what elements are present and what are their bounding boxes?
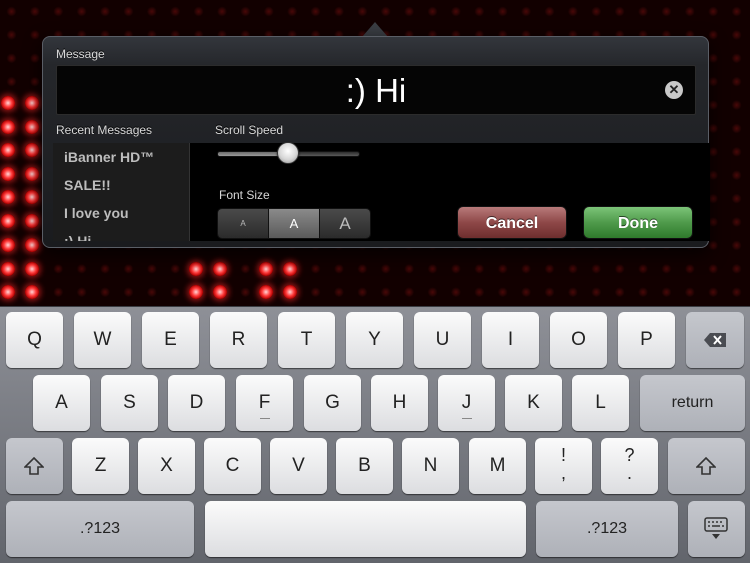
popover-arrow	[362, 22, 388, 37]
led-dot	[1, 143, 15, 157]
key-question-period[interactable]: ? .	[601, 438, 658, 494]
led-dot	[25, 167, 39, 181]
font-size-small[interactable]: A	[218, 209, 269, 238]
message-label: Message	[56, 47, 105, 61]
key-l[interactable]: L	[572, 375, 629, 431]
numbers-key-left[interactable]: .?123	[6, 501, 194, 557]
font-size-large-label: A	[339, 213, 351, 233]
led-dot	[283, 262, 297, 276]
message-input[interactable]: :) Hi	[56, 65, 696, 115]
led-dot	[213, 285, 227, 299]
key-d[interactable]: D	[168, 375, 225, 431]
keyboard-hide-icon	[704, 517, 728, 539]
key-i[interactable]: I	[482, 312, 539, 368]
space-bar[interactable]	[205, 501, 526, 557]
font-size-small-label: A	[240, 219, 246, 228]
hide-keyboard-key[interactable]	[688, 501, 745, 557]
led-dot	[1, 285, 15, 299]
led-dot	[189, 262, 203, 276]
key-e[interactable]: E	[142, 312, 199, 368]
font-size-segmented-control[interactable]: A A A	[217, 208, 371, 239]
key-question-label: ?	[624, 445, 635, 465]
key-z[interactable]: Z	[72, 438, 129, 494]
key-y[interactable]: Y	[346, 312, 403, 368]
key-g[interactable]: G	[304, 375, 361, 431]
key-f[interactable]: F	[236, 375, 293, 431]
key-exclamation-label: !	[560, 445, 566, 465]
led-dot	[25, 285, 39, 299]
led-dot	[1, 214, 15, 228]
key-j-label: J	[461, 392, 472, 413]
home-row-marker	[259, 418, 270, 419]
led-dot	[25, 143, 39, 157]
led-dot	[1, 238, 15, 252]
key-k[interactable]: K	[505, 375, 562, 431]
backspace-icon	[704, 333, 726, 347]
numbers-key-right[interactable]: .?123	[536, 501, 678, 557]
key-m[interactable]: M	[469, 438, 526, 494]
key-t[interactable]: T	[278, 312, 335, 368]
app-screen: Message :) Hi ✕ Recent Messages Scroll S…	[0, 0, 750, 563]
done-button[interactable]: Done	[583, 206, 693, 239]
led-dot	[1, 262, 15, 276]
font-size-large[interactable]: A	[320, 209, 370, 238]
recent-message-item[interactable]: SALE!!	[53, 171, 189, 199]
key-w[interactable]: W	[74, 312, 131, 368]
font-size-medium-label: A	[289, 216, 299, 231]
onscreen-keyboard: Q W E R T Y U I O P A S D F G H J K L re…	[0, 306, 750, 563]
font-size-medium[interactable]: A	[269, 209, 320, 238]
recent-message-item[interactable]: :) Hi	[53, 227, 189, 241]
scroll-speed-slider-thumb[interactable]	[277, 142, 299, 164]
recent-messages-label: Recent Messages	[56, 123, 153, 137]
key-c[interactable]: C	[204, 438, 261, 494]
key-h[interactable]: H	[371, 375, 428, 431]
home-row-marker	[461, 418, 472, 419]
led-dot	[25, 238, 39, 252]
shift-left-key[interactable]	[6, 438, 63, 494]
backspace-key[interactable]	[686, 312, 744, 368]
font-size-label: Font Size	[219, 188, 270, 202]
recent-message-item[interactable]: I love you	[53, 199, 189, 227]
led-dot	[259, 262, 273, 276]
led-dot	[259, 285, 273, 299]
led-dot	[1, 96, 15, 110]
key-a[interactable]: A	[33, 375, 90, 431]
led-dot	[25, 214, 39, 228]
led-dot	[1, 167, 15, 181]
key-n[interactable]: N	[402, 438, 459, 494]
led-dot	[1, 120, 15, 134]
key-p[interactable]: P	[618, 312, 675, 368]
led-dot	[25, 120, 39, 134]
key-s[interactable]: S	[101, 375, 158, 431]
key-j[interactable]: J	[438, 375, 495, 431]
recent-messages-list[interactable]: iBanner HD™ SALE!! I love you :) Hi	[53, 143, 190, 241]
led-dot	[1, 190, 15, 204]
key-x[interactable]: X	[138, 438, 195, 494]
led-dot	[213, 262, 227, 276]
cancel-button[interactable]: Cancel	[457, 206, 567, 239]
key-r[interactable]: R	[210, 312, 267, 368]
led-dot	[283, 285, 297, 299]
led-dot	[189, 285, 203, 299]
key-comma-label: ,	[560, 463, 566, 483]
key-q[interactable]: Q	[6, 312, 63, 368]
shift-icon	[696, 457, 716, 475]
clear-text-icon[interactable]: ✕	[665, 81, 683, 99]
led-dot	[25, 96, 39, 110]
scroll-speed-label: Scroll Speed	[215, 123, 284, 137]
message-editor-popover: Message :) Hi ✕ Recent Messages Scroll S…	[42, 36, 710, 248]
led-dot	[25, 190, 39, 204]
shift-icon	[24, 457, 44, 475]
key-o[interactable]: O	[550, 312, 607, 368]
return-key[interactable]: return	[640, 375, 745, 431]
led-dot	[25, 262, 39, 276]
key-b[interactable]: B	[336, 438, 393, 494]
shift-right-key[interactable]	[668, 438, 745, 494]
key-exclamation-comma[interactable]: ! ,	[535, 438, 592, 494]
recent-message-item[interactable]: iBanner HD™	[53, 143, 189, 171]
key-v[interactable]: V	[270, 438, 327, 494]
key-f-label: F	[258, 392, 271, 413]
key-u[interactable]: U	[414, 312, 471, 368]
key-period-label: .	[626, 463, 632, 483]
